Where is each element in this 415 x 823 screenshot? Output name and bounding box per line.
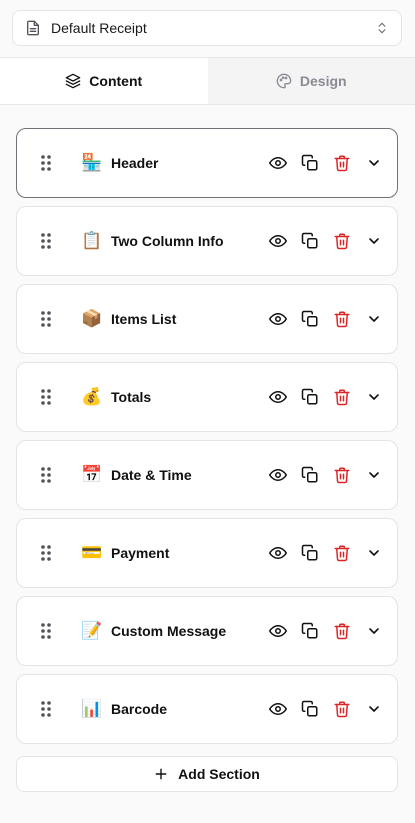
drag-handle-icon[interactable] [39,622,53,640]
chevron-down-icon[interactable] [365,622,383,640]
chevron-down-icon[interactable] [365,544,383,562]
trash-icon[interactable] [333,622,351,640]
section-emoji-icon: 🏪 [81,153,103,172]
copy-icon[interactable] [301,622,319,640]
section-list: 🏪 Header 📋 Two Column Info 📦 Items List [16,128,398,752]
trash-icon[interactable] [333,232,351,250]
trash-icon[interactable] [333,388,351,406]
copy-icon[interactable] [301,232,319,250]
trash-icon[interactable] [333,154,351,172]
plus-icon [154,767,168,781]
eye-icon[interactable] [269,466,287,484]
trash-icon[interactable] [333,466,351,484]
section-card[interactable]: 📅 Date & Time [16,440,398,510]
trash-icon[interactable] [333,700,351,718]
section-emoji-icon: 📦 [81,309,103,328]
section-label: Barcode [111,701,168,717]
section-emoji-icon: 📋 [81,231,103,250]
section-emoji-icon: 💰 [81,387,103,406]
layers-icon [65,73,81,89]
section-emoji-icon: 💳 [81,543,103,562]
section-card[interactable]: 💰 Totals [16,362,398,432]
palette-icon [276,73,292,89]
drag-handle-icon[interactable] [39,466,53,484]
section-card[interactable]: 📦 Items List [16,284,398,354]
section-card[interactable]: 🏪 Header [16,128,398,198]
chevron-down-icon[interactable] [365,466,383,484]
chevron-down-icon[interactable] [365,154,383,172]
tab-content-label: Content [89,73,143,89]
drag-handle-icon[interactable] [39,388,53,406]
section-label: Header [111,155,159,171]
eye-icon[interactable] [269,310,287,328]
section-card[interactable]: 📝 Custom Message [16,596,398,666]
copy-icon[interactable] [301,466,319,484]
copy-icon[interactable] [301,154,319,172]
section-card[interactable]: 📊 Barcode [16,674,398,744]
eye-icon[interactable] [269,544,287,562]
eye-icon[interactable] [269,388,287,406]
chevron-down-icon[interactable] [365,388,383,406]
eye-icon[interactable] [269,232,287,250]
drag-handle-icon[interactable] [39,232,53,250]
drag-handle-icon[interactable] [39,700,53,718]
eye-icon[interactable] [269,622,287,640]
trash-icon[interactable] [333,544,351,562]
chevron-down-icon[interactable] [365,310,383,328]
section-label: Date & Time [111,467,192,483]
tab-design-label: Design [299,73,347,89]
drag-handle-icon[interactable] [39,544,53,562]
trash-icon[interactable] [333,310,351,328]
add-section-button[interactable]: Add Section [16,756,398,792]
section-label: Items List [111,311,177,327]
section-label: Payment [111,545,170,561]
copy-icon[interactable] [301,388,319,406]
eye-icon[interactable] [269,700,287,718]
copy-icon[interactable] [301,544,319,562]
section-label: Custom Message [111,623,227,639]
section-emoji-icon: 📝 [81,621,103,640]
copy-icon[interactable] [301,700,319,718]
add-section-label: Add Section [178,766,260,782]
section-label: Totals [111,389,152,405]
tab-design[interactable]: Design [207,58,415,104]
document-icon [25,20,41,36]
receipt-template-select[interactable]: Default Receipt [12,10,402,46]
tab-content[interactable]: Content [0,58,208,104]
chevron-down-icon[interactable] [365,232,383,250]
drag-handle-icon[interactable] [39,310,53,328]
chevrons-up-down-icon [375,21,389,35]
section-emoji-icon: 📊 [81,699,103,718]
copy-icon[interactable] [301,310,319,328]
section-emoji-icon: 📅 [81,465,103,484]
receipt-template-value: Default Receipt [51,20,147,36]
eye-icon[interactable] [269,154,287,172]
section-label: Two Column Info [111,233,224,249]
drag-handle-icon[interactable] [39,154,53,172]
tab-bar: Content Design [0,57,415,105]
chevron-down-icon[interactable] [365,700,383,718]
section-card[interactable]: 💳 Payment [16,518,398,588]
section-card[interactable]: 📋 Two Column Info [16,206,398,276]
